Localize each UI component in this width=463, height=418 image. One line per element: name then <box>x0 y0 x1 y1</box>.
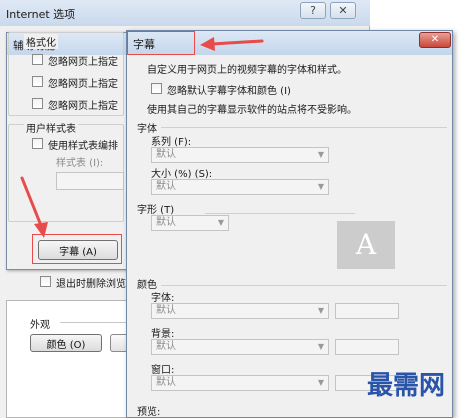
checkbox-icon <box>32 76 43 87</box>
checkbox-icon <box>151 83 162 94</box>
chevron-down-icon: ▼ <box>317 342 324 351</box>
captions-description: 自定义用于网页上的视频字幕的字体和样式。 <box>147 65 347 76</box>
font-color-label: 字体: <box>151 293 175 304</box>
stylesheet-label: 样式表 (I): <box>56 158 104 169</box>
user-style-group-label: 用户样式表 <box>24 120 78 135</box>
family-value: 默认 <box>156 149 176 160</box>
appearance-label: 外观 <box>30 320 50 331</box>
glyph-dropdown[interactable]: 默认 ▼ <box>151 215 229 231</box>
ignore-default-captions-label: 忽略默认字幕字体和颜色 (I) <box>167 86 291 97</box>
chevron-down-icon: ▼ <box>217 218 224 227</box>
preview-letter: A <box>355 228 377 261</box>
size-dropdown[interactable]: 默认 ▼ <box>151 179 329 195</box>
formatting-group-label: 格式化 <box>24 34 58 49</box>
preview-label: 预览: <box>137 407 161 418</box>
family-dropdown[interactable]: 默认 ▼ <box>151 147 329 163</box>
internet-options-titlebar: Internet 选项 ? ✕ <box>0 0 370 26</box>
window-dropdown[interactable]: 默认 ▼ <box>151 375 329 391</box>
ignore-colors-label: 忽略网页上指定 <box>48 57 118 68</box>
checkbox-icon <box>32 138 43 149</box>
background-label: 背景: <box>151 329 175 340</box>
glyph-section-label: 字形 (T) <box>137 205 175 216</box>
sites-note: 使用其自己的字幕显示软件的站点将不受影响。 <box>147 105 357 116</box>
close-icon[interactable]: ✕ <box>419 32 451 48</box>
ignore-font-sizes-label: 忽略网页上指定 <box>48 101 118 112</box>
captions-button-highlight <box>32 234 122 264</box>
font-color-dropdown[interactable]: 默认 ▼ <box>151 303 329 319</box>
ignore-font-styles-label: 忽略网页上指定 <box>48 79 118 90</box>
watermark-text: 最需网 <box>367 371 445 401</box>
background-opacity-input[interactable] <box>335 339 399 355</box>
chevron-down-icon: ▼ <box>317 182 324 191</box>
captions-titlebar: 字幕 ✕ <box>127 31 452 55</box>
checkbox-icon <box>40 276 51 287</box>
stylesheet-input[interactable] <box>56 172 124 190</box>
appearance-divider <box>60 322 130 323</box>
chevron-down-icon: ▼ <box>317 378 324 387</box>
help-icon[interactable]: ? <box>300 2 326 19</box>
glyph-section-divider <box>205 213 355 214</box>
window-value: 默认 <box>156 377 176 388</box>
color-section-divider <box>161 285 447 286</box>
internet-options-title: Internet 选项 <box>6 8 76 21</box>
size-value: 默认 <box>156 181 176 192</box>
background-value: 默认 <box>156 341 176 352</box>
font-color-value: 默认 <box>156 305 176 316</box>
delete-on-exit-label: 退出时删除浏览 <box>56 279 126 290</box>
family-label: 系列 (F): <box>151 137 192 148</box>
glyph-value: 默认 <box>156 217 176 228</box>
captions-title-highlight <box>127 31 195 55</box>
checkbox-icon <box>32 54 43 65</box>
window-label: 窗口: <box>151 365 175 376</box>
checkbox-icon <box>32 98 43 109</box>
use-stylesheet-label: 使用样式表编排 <box>48 141 118 152</box>
size-label: 大小 (%) (S): <box>151 169 213 180</box>
watermark-logo: 最需网 <box>367 371 445 401</box>
font-section-divider <box>161 127 447 128</box>
close-icon[interactable]: ✕ <box>330 2 356 19</box>
chevron-down-icon: ▼ <box>317 150 324 159</box>
font-preview-box: A <box>337 221 395 269</box>
chevron-down-icon: ▼ <box>317 306 324 315</box>
background-dropdown[interactable]: 默认 ▼ <box>151 339 329 355</box>
colors-button[interactable]: 颜色 (O) <box>30 334 102 352</box>
font-opacity-input[interactable] <box>335 303 399 319</box>
